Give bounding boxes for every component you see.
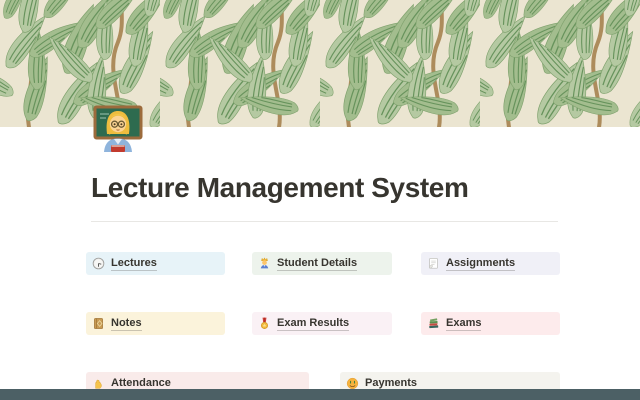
- link-card-lectures[interactable]: Lectures: [86, 252, 225, 275]
- card-label: Exam Results: [277, 316, 349, 331]
- link-card-assignments[interactable]: Assignments: [421, 252, 560, 275]
- link-card-notes[interactable]: Notes: [86, 312, 225, 335]
- notebook-icon: [92, 317, 105, 330]
- books-icon: [427, 317, 440, 330]
- card-label: Notes: [111, 316, 142, 331]
- clock-icon: [92, 257, 105, 270]
- link-card-student-details[interactable]: Student Details: [252, 252, 392, 275]
- woman-teacher-icon: [92, 100, 144, 152]
- divider: [91, 221, 558, 222]
- bottom-window-edge: [0, 389, 640, 400]
- medal-icon: [258, 317, 271, 330]
- page-curl-icon: [427, 257, 440, 270]
- card-label: Lectures: [111, 256, 157, 271]
- card-label: Assignments: [446, 256, 515, 271]
- notion-page: Lecture Management System Lectures Stude…: [0, 0, 640, 400]
- student-prince-icon: [258, 257, 271, 270]
- link-card-exam-results[interactable]: Exam Results: [252, 312, 392, 335]
- card-label: Exams: [446, 316, 481, 331]
- page-icon[interactable]: [92, 100, 144, 152]
- link-card-exams[interactable]: Exams: [421, 312, 560, 335]
- card-label: Student Details: [277, 256, 357, 271]
- page-title[interactable]: Lecture Management System: [91, 171, 468, 205]
